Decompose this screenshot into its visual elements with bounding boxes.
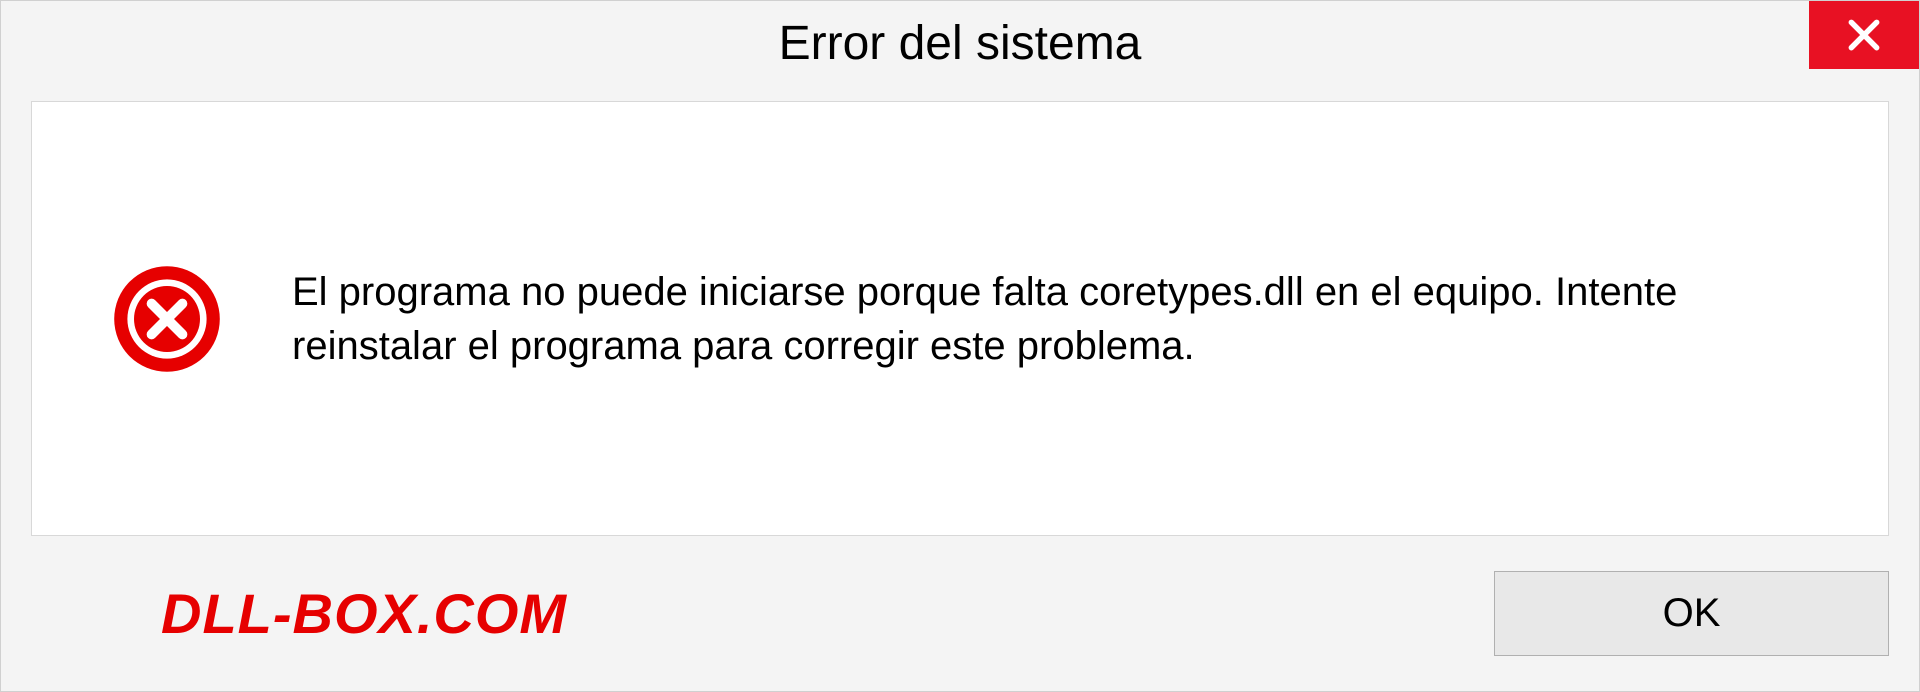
- watermark-text: DLL-BOX.COM: [161, 581, 567, 646]
- error-icon: [112, 264, 222, 374]
- dialog-footer: DLL-BOX.COM OK: [1, 536, 1919, 691]
- close-icon: [1845, 16, 1883, 54]
- titlebar: Error del sistema: [1, 1, 1919, 86]
- dialog-title: Error del sistema: [779, 16, 1142, 71]
- close-button[interactable]: [1809, 1, 1919, 69]
- ok-button[interactable]: OK: [1494, 571, 1889, 656]
- error-dialog: Error del sistema El programa no puede i…: [0, 0, 1920, 692]
- content-area: El programa no puede iniciarse porque fa…: [31, 101, 1889, 536]
- error-message: El programa no puede iniciarse porque fa…: [292, 265, 1828, 373]
